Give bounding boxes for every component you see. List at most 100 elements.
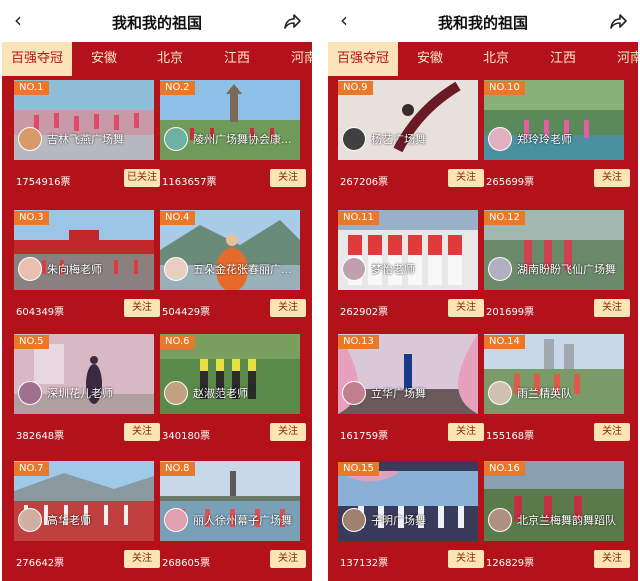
- avatar: [18, 381, 42, 405]
- vote-count: 1754916票: [16, 177, 71, 188]
- rank-badge: NO.7: [14, 462, 49, 476]
- rank-badge: NO.6: [160, 335, 195, 349]
- ranking-card[interactable]: NO.9 杨艺广场舞 267206票 关注: [338, 80, 484, 200]
- tab-jiangxi[interactable]: 江西: [541, 42, 585, 76]
- rank-badge: NO.14: [484, 335, 525, 349]
- tab-beijing[interactable]: 北京: [148, 42, 192, 76]
- rank-badge: NO.2: [160, 81, 195, 95]
- ranking-card[interactable]: NO.5 深圳花儿老师 382648票 关注: [14, 334, 160, 454]
- dancer-name: 陵州广场舞协会康...: [193, 133, 292, 146]
- dancer-name: 杨艺广场舞: [371, 133, 426, 146]
- avatar: [18, 257, 42, 281]
- follow-button[interactable]: 关注: [448, 423, 484, 441]
- ranking-card[interactable]: NO.14 雨兰精英队 155168票 关注: [484, 334, 630, 454]
- avatar: [164, 508, 188, 532]
- app-header: ‹ 我和我的祖国: [328, 0, 638, 42]
- region-tabs: 百强夺冠 安徽 北京 江西 河南: [2, 42, 312, 76]
- rank-badge: NO.11: [338, 211, 379, 225]
- follow-button[interactable]: 关注: [448, 169, 484, 187]
- app-header: ‹ 我和我的祖国: [2, 0, 312, 42]
- avatar: [18, 508, 42, 532]
- avatar: [18, 127, 42, 151]
- ranking-card[interactable]: NO.10 郑玲玲老师 265699票 关注: [484, 80, 630, 200]
- vote-count: 267206票: [340, 177, 389, 188]
- follow-button[interactable]: 关注: [594, 423, 630, 441]
- dancer-name: 郑玲玲老师: [517, 133, 572, 146]
- dancer-name: 丽人徐州幕子广场舞: [193, 514, 292, 527]
- follow-button[interactable]: 关注: [124, 299, 160, 317]
- dancer-name: 高华老师: [47, 514, 91, 527]
- dancer-name: 湖南盼盼飞仙广场舞: [517, 263, 616, 276]
- follow-button[interactable]: 关注: [270, 550, 306, 568]
- rank-badge: NO.4: [160, 211, 195, 225]
- tab-anhui[interactable]: 安徽: [82, 42, 126, 76]
- avatar: [488, 508, 512, 532]
- follow-button[interactable]: 关注: [124, 550, 160, 568]
- follow-button[interactable]: 关注: [594, 169, 630, 187]
- follow-button[interactable]: 关注: [594, 299, 630, 317]
- ranking-card[interactable]: NO.3 朱向梅老师 604349票 关注: [14, 210, 160, 330]
- follow-button[interactable]: 关注: [448, 550, 484, 568]
- dancer-name: 五朵金花张春丽广...: [193, 263, 292, 276]
- region-tabs: 百强夺冠 安徽 北京 江西 河南: [328, 42, 638, 76]
- follow-button[interactable]: 已关注: [124, 169, 160, 187]
- ranking-card[interactable]: NO.4 五朵金花张春丽广... 504429票 关注: [160, 210, 306, 330]
- avatar: [488, 257, 512, 281]
- vote-count: 265699票: [486, 177, 535, 188]
- dancer-name: 赵淑范老师: [193, 387, 248, 400]
- avatar: [342, 381, 366, 405]
- rank-badge: NO.16: [484, 462, 525, 476]
- follow-button[interactable]: 关注: [124, 423, 160, 441]
- vote-count: 155168票: [486, 431, 535, 442]
- avatar: [488, 127, 512, 151]
- page-title: 我和我的祖国: [437, 14, 528, 32]
- tab-jiangxi[interactable]: 江西: [215, 42, 259, 76]
- ranking-card[interactable]: NO.1 吉林飞燕广场舞 1754916票 已关注: [14, 80, 160, 200]
- dancer-name: 梦怡老师: [371, 263, 415, 276]
- avatar: [342, 508, 366, 532]
- ranking-card[interactable]: NO.11 梦怡老师 262902票 关注: [338, 210, 484, 330]
- avatar: [164, 127, 188, 151]
- ranking-card[interactable]: NO.6 赵淑范老师 340180票 关注: [160, 334, 306, 454]
- vote-count: 340180票: [162, 431, 211, 442]
- phone-screen-left: ‹ 我和我的祖国 百强夺冠 安徽 北京 江西 河南 NO.1 吉林飞燕广场舞 1…: [2, 0, 312, 581]
- rank-badge: NO.1: [14, 81, 49, 95]
- vote-count: 126829票: [486, 558, 535, 569]
- dancer-name: 雨兰精英队: [517, 387, 572, 400]
- ranking-card[interactable]: NO.8 丽人徐州幕子广场舞 268605票 关注: [160, 461, 306, 581]
- vote-count: 382648票: [16, 431, 65, 442]
- tab-beijing[interactable]: 北京: [474, 42, 518, 76]
- ranking-card[interactable]: NO.7 高华老师 276642票 关注: [14, 461, 160, 581]
- vote-count: 504429票: [162, 307, 211, 318]
- ranking-card[interactable]: NO.15 子明广场舞 137132票 关注: [338, 461, 484, 581]
- phone-screen-right: ‹ 我和我的祖国 百强夺冠 安徽 北京 江西 河南 NO.9 杨艺广场舞 267…: [328, 0, 638, 581]
- rank-badge: NO.3: [14, 211, 49, 225]
- follow-button[interactable]: 关注: [448, 299, 484, 317]
- rank-badge: NO.5: [14, 335, 49, 349]
- tab-henan[interactable]: 河南: [608, 42, 638, 76]
- share-icon[interactable]: [608, 12, 628, 30]
- share-icon[interactable]: [282, 12, 302, 30]
- follow-button[interactable]: 关注: [270, 169, 306, 187]
- ranking-card[interactable]: NO.13 立华广场舞 161759票 关注: [338, 334, 484, 454]
- avatar: [488, 381, 512, 405]
- tab-henan[interactable]: 河南: [282, 42, 312, 76]
- rank-badge: NO.15: [338, 462, 379, 476]
- avatar: [342, 257, 366, 281]
- vote-count: 1163657票: [162, 177, 217, 188]
- avatar: [164, 257, 188, 281]
- tab-anhui[interactable]: 安徽: [408, 42, 452, 76]
- tab-top100[interactable]: 百强夺冠: [2, 42, 72, 76]
- follow-button[interactable]: 关注: [270, 423, 306, 441]
- follow-button[interactable]: 关注: [270, 299, 306, 317]
- rank-badge: NO.12: [484, 211, 525, 225]
- dancer-name: 深圳花儿老师: [47, 387, 113, 400]
- ranking-card[interactable]: NO.12 湖南盼盼飞仙广场舞 201699票 关注: [484, 210, 630, 330]
- dancer-name: 朱向梅老师: [47, 263, 102, 276]
- ranking-card[interactable]: NO.16 北京兰梅舞韵舞蹈队 126829票 关注: [484, 461, 630, 581]
- dancer-name: 立华广场舞: [371, 387, 426, 400]
- vote-count: 604349票: [16, 307, 65, 318]
- ranking-card[interactable]: NO.2 陵州广场舞协会康... 1163657票 关注: [160, 80, 306, 200]
- tab-top100[interactable]: 百强夺冠: [328, 42, 398, 76]
- follow-button[interactable]: 关注: [594, 550, 630, 568]
